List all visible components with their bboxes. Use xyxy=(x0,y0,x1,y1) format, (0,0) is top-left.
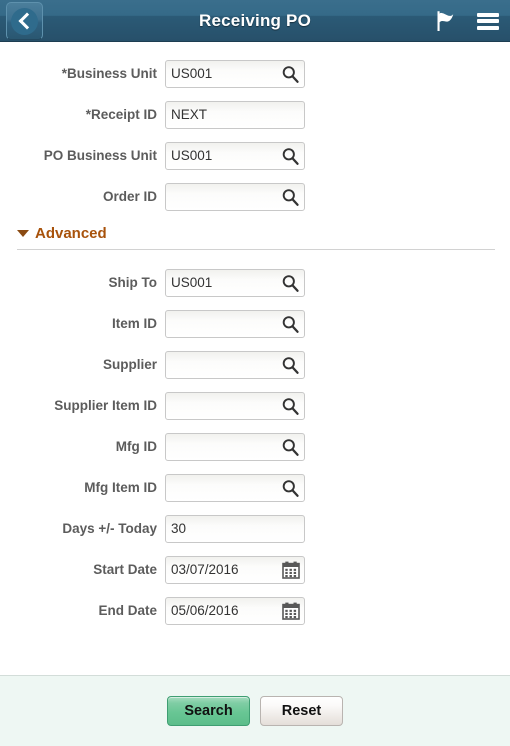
field-days---today xyxy=(165,514,305,543)
label-supplier: Supplier xyxy=(102,357,157,372)
label-business-unit: *Business Unit xyxy=(61,66,157,81)
label-end-date: End Date xyxy=(98,603,157,618)
lookup-search-icon[interactable] xyxy=(281,64,300,84)
lookup-search-icon[interactable] xyxy=(281,396,300,416)
back-button[interactable] xyxy=(6,2,43,40)
field-item-id xyxy=(165,309,305,338)
field-row: End Date xyxy=(0,590,510,631)
label-mfg-id: Mfg ID xyxy=(115,439,157,454)
lookup-search-icon[interactable] xyxy=(281,187,300,207)
search-button[interactable]: Search xyxy=(167,696,250,726)
advanced-label: Advanced xyxy=(35,225,107,242)
field-row: Ship To xyxy=(0,262,510,303)
label-days---today: Days +/- Today xyxy=(62,521,157,536)
advanced-field-group: Ship To Item ID Supplier Supplier Item ID Mf… xyxy=(0,262,510,631)
label-receipt-id: *Receipt ID xyxy=(85,107,157,122)
header-actions xyxy=(422,0,510,42)
field-supplier xyxy=(165,350,305,379)
reset-button[interactable]: Reset xyxy=(260,696,343,726)
label-po-business-unit: PO Business Unit xyxy=(43,148,157,163)
input-days---today[interactable] xyxy=(165,514,305,543)
field-row: PO Business Unit xyxy=(0,135,510,176)
field-start-date xyxy=(165,555,305,584)
field-business-unit xyxy=(165,59,305,88)
label-start-date: Start Date xyxy=(93,562,157,577)
advanced-divider xyxy=(17,249,495,250)
calendar-icon[interactable] xyxy=(282,602,300,620)
field-ship-to xyxy=(165,268,305,297)
label-ship-to: Ship To xyxy=(108,275,158,290)
field-row: *Receipt ID xyxy=(0,94,510,135)
search-form: *Business Unit *Receipt ID PO Business Uni… xyxy=(0,42,510,676)
lookup-search-icon[interactable] xyxy=(281,146,300,166)
field-row: *Business Unit xyxy=(0,53,510,94)
field-row: Supplier Item ID xyxy=(0,385,510,426)
field-mfg-id xyxy=(165,432,305,461)
input-receipt-id[interactable] xyxy=(165,100,305,129)
hamburger-menu-icon xyxy=(477,12,499,30)
calendar-icon[interactable] xyxy=(282,561,300,579)
advanced-section: Advanced xyxy=(0,225,510,250)
label-order-id: Order ID xyxy=(102,189,157,204)
field-row: Supplier xyxy=(0,344,510,385)
field-row: Item ID xyxy=(0,303,510,344)
flag-icon xyxy=(437,11,454,31)
lookup-search-icon[interactable] xyxy=(281,314,300,334)
field-end-date xyxy=(165,596,305,625)
field-row: Mfg ID xyxy=(0,426,510,467)
lookup-search-icon[interactable] xyxy=(281,273,300,293)
field-po-business-unit xyxy=(165,141,305,170)
field-order-id xyxy=(165,182,305,211)
field-mfg-item-id xyxy=(165,473,305,502)
label-item-id: Item ID xyxy=(111,316,157,331)
lookup-search-icon[interactable] xyxy=(281,355,300,375)
label-mfg-item-id: Mfg Item ID xyxy=(84,480,157,495)
action-bar: Search Reset xyxy=(0,675,510,746)
app-header: Receiving PO xyxy=(0,0,510,42)
flag-button[interactable] xyxy=(422,0,466,42)
field-row: Start Date xyxy=(0,549,510,590)
label-supplier-item-id: Supplier Item ID xyxy=(54,398,157,413)
back-chevron-icon xyxy=(11,7,38,35)
field-supplier-item-id xyxy=(165,391,305,420)
field-receipt-id xyxy=(165,100,305,129)
triangle-down-icon xyxy=(17,230,29,237)
lookup-search-icon[interactable] xyxy=(281,478,300,498)
lookup-search-icon[interactable] xyxy=(281,437,300,457)
primary-field-group: *Business Unit *Receipt ID PO Business Uni… xyxy=(0,53,510,217)
field-row: Order ID xyxy=(0,176,510,217)
advanced-toggle[interactable]: Advanced xyxy=(17,225,495,249)
field-row: Mfg Item ID xyxy=(0,467,510,508)
field-row: Days +/- Today xyxy=(0,508,510,549)
menu-button[interactable] xyxy=(466,0,510,42)
